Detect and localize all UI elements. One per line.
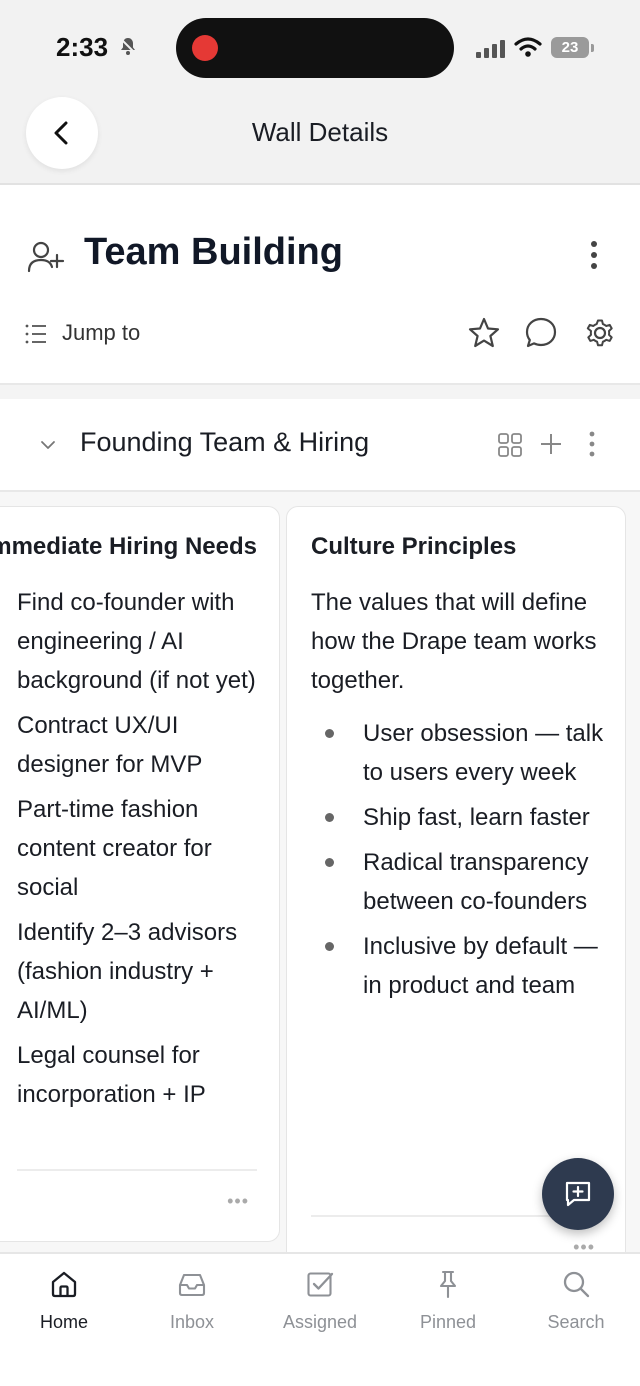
list-item: Legal counsel for incorporation + IP	[17, 1042, 206, 1108]
list-item: Inclusive by default — in product and te…	[311, 927, 611, 1005]
list-icon[interactable]	[24, 323, 48, 345]
list-item: Ship fast, learn faster	[311, 798, 611, 837]
card-divider	[17, 1169, 257, 1171]
board[interactable]: Immediate Hiring Needs Find co-founder w…	[0, 492, 640, 1252]
nav-header: Wall Details	[0, 95, 640, 185]
message-plus-icon	[565, 1181, 591, 1207]
list-item: User obsession — talk to users every wee…	[311, 714, 611, 792]
list-item: Contract UX/UI designer for MVP	[17, 712, 203, 778]
jump-to-button[interactable]: Jump to	[62, 320, 140, 346]
more-vertical-icon[interactable]	[578, 237, 610, 273]
card-more-button[interactable]: •••	[227, 1191, 249, 1212]
grid-view-icon[interactable]	[496, 431, 524, 459]
section-separator	[0, 385, 640, 399]
plus-icon[interactable]	[537, 430, 565, 458]
status-time: 2:33	[56, 32, 109, 62]
card-culture-principles[interactable]: Culture Principles The values that will …	[286, 506, 626, 1252]
tab-search[interactable]: Search	[512, 1268, 640, 1333]
search-icon	[563, 1271, 590, 1298]
section-header[interactable]: Founding Team & Hiring	[0, 399, 640, 492]
status-bar: 2:33 23	[0, 0, 640, 95]
assigned-icon	[307, 1272, 334, 1297]
tab-bar: Home Inbox Assigned Pinned Search	[0, 1252, 640, 1386]
tab-label: Home	[39, 1312, 88, 1332]
card-list: Find co-founder with engineering / AI ba…	[17, 583, 265, 1120]
add-user-icon[interactable]	[26, 237, 66, 277]
card-immediate-hiring-needs[interactable]: Immediate Hiring Needs Find co-founder w…	[0, 506, 280, 1242]
pin-icon	[439, 1270, 457, 1299]
card-title: Culture Principles	[311, 533, 517, 560]
tab-inbox[interactable]: Inbox	[128, 1268, 256, 1333]
comment-icon[interactable]	[523, 315, 559, 351]
star-icon[interactable]	[466, 315, 502, 351]
gear-icon[interactable]	[582, 315, 618, 351]
bullet-list: User obsession — talk to users every wee…	[311, 714, 611, 1011]
tab-label: Pinned	[419, 1312, 477, 1332]
card-more-button[interactable]: •••	[573, 1237, 595, 1252]
list-item: Part-time fashion content creator for so…	[17, 796, 212, 901]
tab-assigned[interactable]: Assigned	[256, 1268, 384, 1333]
list-item: Identify 2–3 advisors (fashion industry …	[17, 919, 238, 1024]
tab-label: Inbox	[169, 1312, 215, 1332]
bell-muted-icon	[120, 38, 136, 55]
tab-label: Search	[547, 1312, 605, 1332]
section-title: Founding Team & Hiring	[80, 427, 370, 457]
card-title: Immediate Hiring Needs	[0, 533, 257, 560]
card-description: The values that will define how the Drap…	[311, 589, 597, 694]
battery-indicator: 23	[551, 37, 594, 58]
cellular-signal-icon	[476, 40, 505, 58]
inbox-icon	[178, 1273, 206, 1297]
list-item: Find co-founder with engineering / AI ba…	[17, 589, 256, 694]
chevron-down-icon[interactable]	[38, 435, 58, 455]
list-item: Radical transparency between co-founders	[311, 843, 611, 921]
wall-title: Team Building	[84, 231, 343, 273]
more-vertical-icon[interactable]	[580, 429, 604, 459]
wall-header: Team Building Jump to	[0, 185, 640, 385]
tab-pinned[interactable]: Pinned	[384, 1268, 512, 1333]
new-message-button[interactable]	[542, 1158, 614, 1230]
wifi-icon	[514, 37, 542, 57]
home-icon	[51, 1271, 77, 1298]
tab-label: Assigned	[282, 1312, 358, 1332]
tab-home[interactable]: Home	[0, 1268, 128, 1333]
recording-indicator	[192, 35, 218, 61]
page-title: Wall Details	[251, 117, 389, 147]
